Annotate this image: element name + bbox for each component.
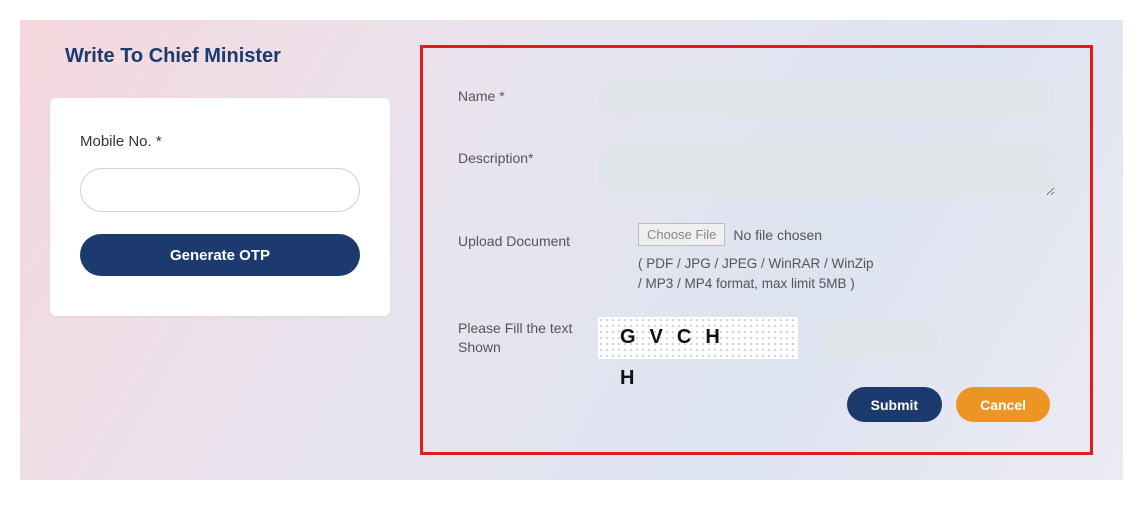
description-label: Description*	[458, 140, 598, 166]
captcha-section: Please Fill the text Shown GVCH H	[458, 317, 1055, 390]
description-input[interactable]	[598, 140, 1055, 196]
captcha-image: GVCH	[598, 317, 798, 359]
file-hint-line1: ( PDF / JPG / JPEG / WinRAR / WinZip	[638, 254, 938, 274]
cancel-button[interactable]: Cancel	[956, 387, 1050, 422]
otp-card: Mobile No. * Generate OTP	[50, 98, 390, 316]
mobile-number-input[interactable]	[80, 168, 360, 212]
submit-button[interactable]: Submit	[847, 387, 942, 422]
choose-file-button[interactable]: Choose File	[638, 223, 725, 246]
upload-row: Upload Document Choose File No file chos…	[458, 223, 1055, 295]
file-status-text: No file chosen	[733, 227, 822, 243]
file-hint-line2: / MP3 / MP4 format, max limit 5MB )	[638, 274, 938, 294]
captcha-label: Please Fill the text Shown	[458, 317, 598, 358]
page-wrapper: Write To Chief Minister Mobile No. * Gen…	[0, 0, 1143, 500]
captcha-input[interactable]	[818, 320, 938, 356]
upload-label: Upload Document	[458, 223, 598, 249]
left-column: Write To Chief Minister Mobile No. * Gen…	[50, 45, 390, 455]
generate-otp-button[interactable]: Generate OTP	[80, 234, 360, 276]
name-row: Name *	[458, 78, 1055, 118]
mobile-number-label: Mobile No. *	[80, 133, 360, 150]
name-input[interactable]	[598, 78, 1055, 118]
file-hint: ( PDF / JPG / JPEG / WinRAR / WinZip / M…	[638, 254, 938, 295]
action-buttons: Submit Cancel	[847, 387, 1050, 422]
page-title: Write To Chief Minister	[50, 45, 390, 68]
main-panel: Write To Chief Minister Mobile No. * Gen…	[20, 20, 1123, 480]
form-panel: Name * Description* Upload Document Choo…	[420, 45, 1093, 455]
description-row: Description*	[458, 140, 1055, 201]
name-label: Name *	[458, 78, 598, 104]
